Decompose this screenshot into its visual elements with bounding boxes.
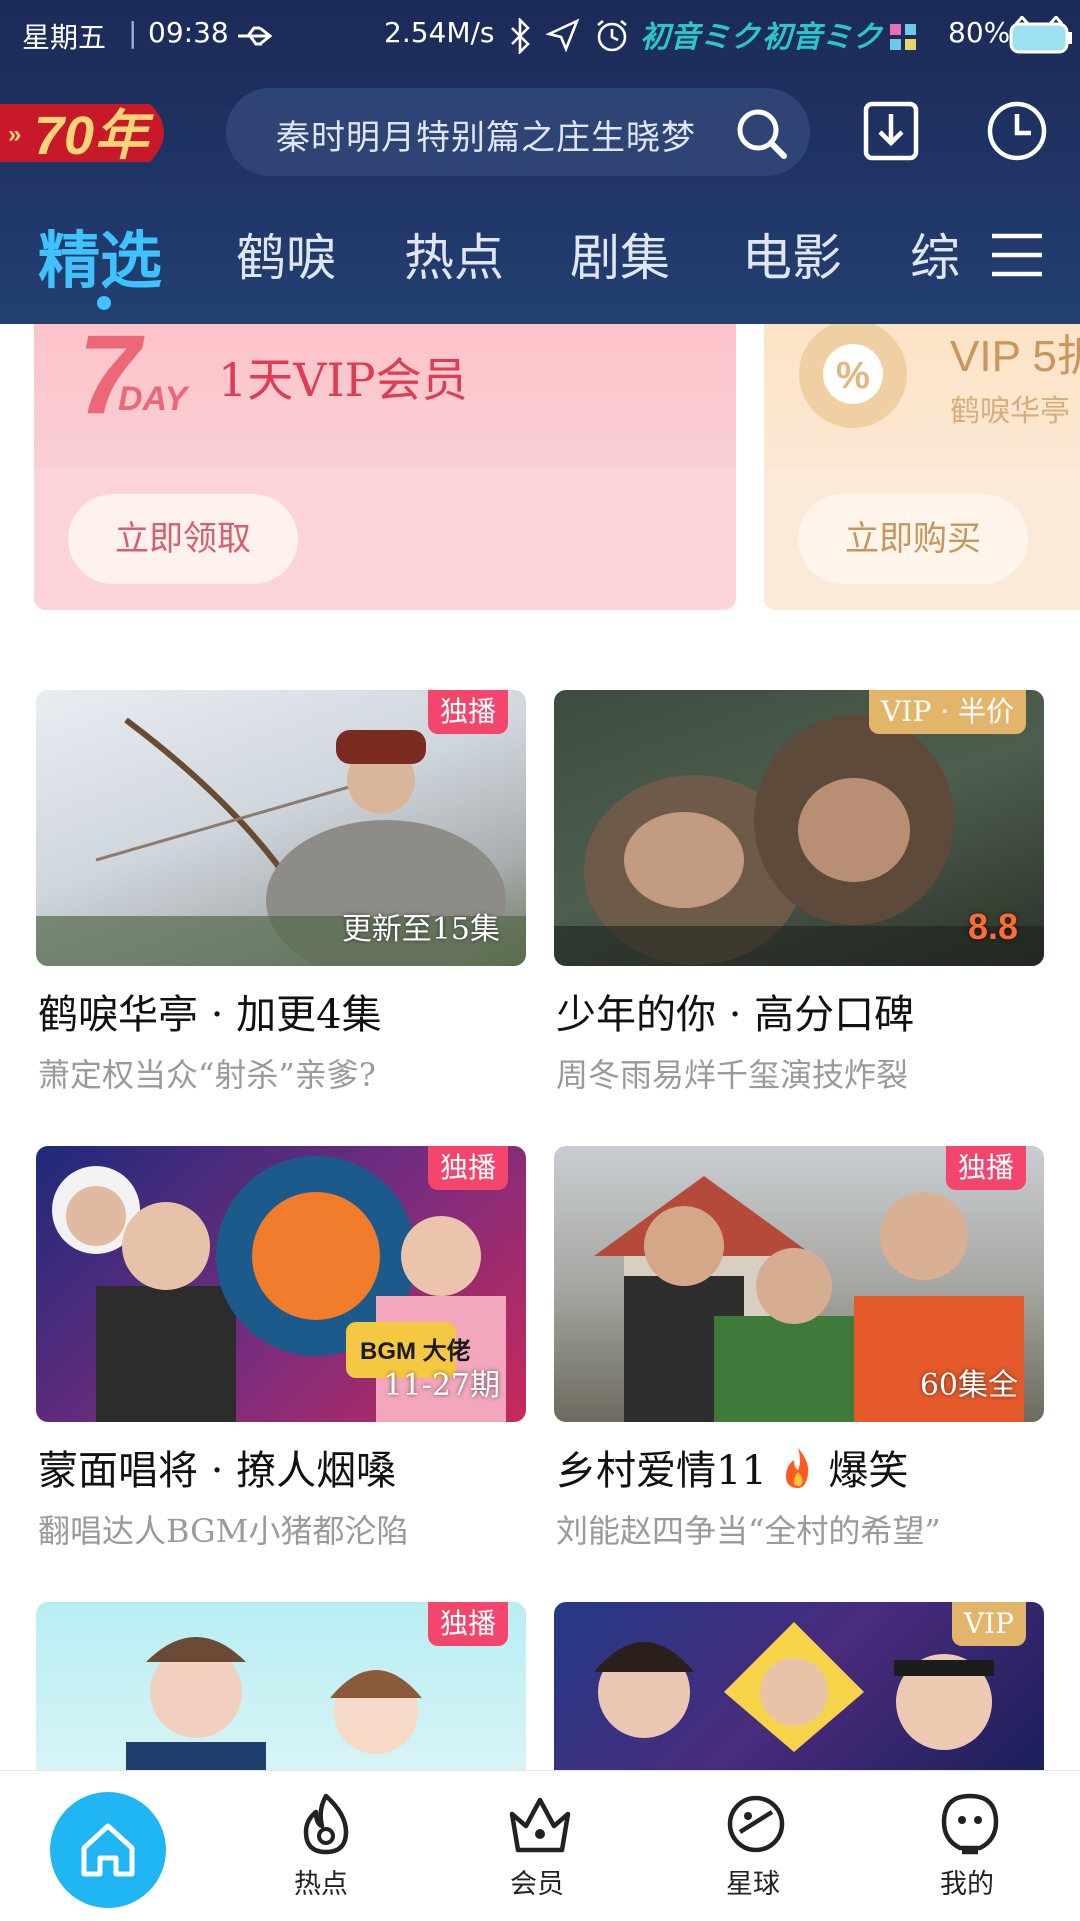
claim-button[interactable]: 立即领取 [68, 494, 298, 584]
promo-subtitle-2: 鹤唳华亭 [950, 394, 1070, 429]
usb-icon [238, 26, 273, 46]
menu-icon[interactable] [990, 232, 1044, 278]
planet-icon [727, 1795, 785, 1853]
vip-half-price-badge: VIP · 半价 [869, 690, 1026, 734]
episode-status: 更新至15集 [341, 912, 500, 947]
status-bar: 星期五 | 09:38 2.54M/s 初音ミク 初音ミク 80% [0, 0, 1080, 72]
nav-item-hot[interactable]: 热点 [276, 1792, 376, 1912]
active-tab-indicator [97, 296, 111, 310]
episode-status: 60集全 [919, 1368, 1018, 1403]
bluetooth-icon [511, 18, 530, 54]
tab-series[interactable]: 剧集 [570, 218, 670, 290]
tab-helihuating[interactable]: 鹤唳 [236, 218, 336, 290]
video-thumbnail[interactable]: 独播 60集全 [554, 1146, 1044, 1422]
buy-button[interactable]: 立即购买 [798, 494, 1028, 584]
exclusive-badge: 独播 [945, 1146, 1026, 1190]
status-day: 星期五 [22, 21, 107, 54]
send-icon [546, 18, 580, 52]
video-thumbnail[interactable]: BGM 大佬 独播 11-27期 [36, 1146, 526, 1422]
card-subtitle: 周冬雨易烊千玺演技炸裂 [556, 1056, 909, 1094]
search-bar[interactable]: 秦时明月特别篇之庄生晓梦 [226, 88, 810, 176]
battery-icon [1009, 16, 1072, 54]
exclusive-badge: 独播 [427, 1146, 508, 1190]
nav-item-planet[interactable]: 星球 [706, 1792, 806, 1912]
promo-badge-unit: DAY [118, 380, 188, 418]
history-icon[interactable] [986, 100, 1048, 162]
vip-badge: VIP [951, 1602, 1026, 1646]
status-time: 09:38 [148, 16, 229, 49]
promo-title: 1天VIP会员 [218, 353, 468, 407]
tab-featured[interactable]: 精选 [38, 210, 162, 300]
network-speed: 2.54M/s [384, 16, 495, 49]
video-thumbnail[interactable]: VIP · 半价 8.8 [554, 690, 1044, 966]
nav-item-vip[interactable]: 会员 [490, 1792, 590, 1912]
home-button[interactable] [50, 1792, 166, 1908]
search-input[interactable]: 秦时明月特别篇之庄生晓梦 [276, 110, 696, 159]
svg-text:%: % [836, 355, 870, 397]
promo-card-vip-discount[interactable]: % VIP 5折 鹤唳华亭 立即购买 [764, 324, 1080, 610]
tab-movies[interactable]: 电影 [742, 218, 842, 290]
card-title[interactable]: 蒙面唱将 · 撩人烟嗓 [38, 1438, 396, 1496]
app-grid-icon [890, 24, 916, 50]
nav-label: 我的 [940, 1869, 994, 1900]
download-icon[interactable] [862, 100, 920, 162]
nav-item-me[interactable]: 我的 [920, 1792, 1020, 1912]
app-badge-2: 初音ミク [762, 20, 882, 55]
card-title[interactable]: 少年的你 · 高分口碑 [556, 982, 914, 1040]
rating-score: 8.8 [967, 906, 1018, 947]
tab-hot[interactable]: 热点 [404, 218, 504, 290]
tab-variety[interactable]: 综 [910, 218, 960, 290]
svg-text:70年: 70年 [34, 106, 154, 166]
app-badge: 初音ミク [640, 20, 760, 55]
home-icon [81, 1823, 135, 1877]
svg-text:»: » [8, 121, 21, 148]
alarm-icon [597, 19, 627, 52]
nav-label: 星球 [726, 1869, 780, 1900]
anniversary-logo[interactable]: » 70年 [0, 92, 180, 172]
search-icon[interactable] [734, 106, 788, 160]
nav-label: 会员 [510, 1869, 564, 1900]
video-thumbnail[interactable]: 独播 [36, 1602, 526, 1772]
video-thumbnail[interactable]: VIP [554, 1602, 1044, 1772]
profile-icon [941, 1793, 999, 1855]
exclusive-badge: 独播 [427, 690, 508, 734]
video-thumbnail[interactable]: 独播 更新至15集 [36, 690, 526, 966]
card-title[interactable]: 鹤唳华亭 · 加更4集 [38, 982, 382, 1040]
episode-status: 11-27期 [383, 1368, 500, 1403]
card-title[interactable]: 乡村爱情11 爆笑 [556, 1438, 908, 1496]
discount-icon: % [799, 324, 907, 428]
promo-title-2: VIP 5折 [950, 332, 1080, 381]
promo-card-vip-day[interactable]: 7 DAY 1天VIP会员 立即领取 [34, 324, 736, 610]
card-subtitle: 刘能赵四争当“全村的希望” [556, 1512, 941, 1550]
crown-icon [509, 1797, 571, 1853]
card-title-text: 乡村爱情11 [556, 1448, 767, 1494]
flame-icon [303, 1793, 349, 1855]
card-subtitle: 萧定权当众“射杀”亲爹? [38, 1056, 376, 1094]
card-subtitle: 翻唱达人BGM小猪都沦陷 [38, 1512, 409, 1550]
battery-percent: 80% [948, 16, 1011, 49]
fire-icon [785, 1448, 808, 1488]
exclusive-badge: 独播 [427, 1602, 508, 1646]
card-title-suffix: 爆笑 [828, 1448, 909, 1494]
nav-label: 热点 [294, 1869, 348, 1900]
